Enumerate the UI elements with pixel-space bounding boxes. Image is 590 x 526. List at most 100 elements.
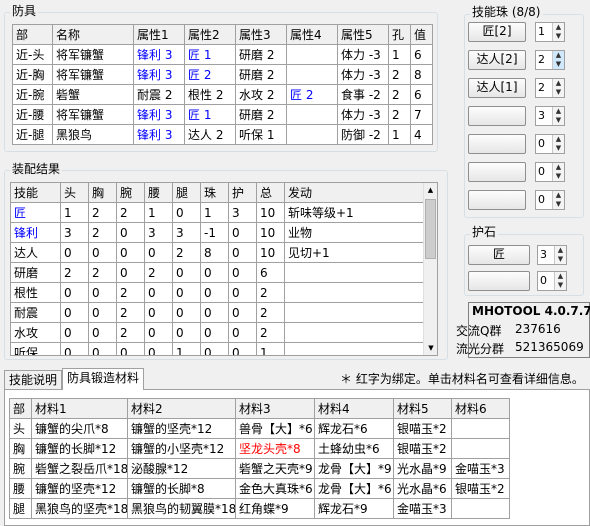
material-cell[interactable]: 银喵玉*2	[451, 478, 510, 499]
jewel-slot-button[interactable]: 达人[1]	[468, 78, 526, 98]
armor-attr[interactable]: 耐震 2	[133, 84, 185, 105]
armor-name[interactable]: 将军镰蟹	[52, 44, 134, 65]
up-arrow-icon[interactable]: ▲	[553, 107, 564, 116]
table-row[interactable]: 根性 0 0 2 0 0 0 0 2	[11, 282, 425, 303]
table-row[interactable]: 达人 0 0 0 0 2 8 0 10 见切+1	[11, 242, 425, 263]
material-cell[interactable]: 金喵玉*3	[393, 498, 452, 519]
jewel-slot-button[interactable]	[468, 106, 526, 126]
result-scrollbar[interactable]: ▲ ▼	[423, 183, 437, 355]
armor-attr[interactable]: 锋利 3	[133, 124, 185, 145]
armor-name[interactable]: 砦蟹	[52, 84, 134, 105]
material-cell[interactable]: 兽骨【大】*6	[235, 418, 315, 439]
skill-name[interactable]: 达人	[11, 242, 61, 263]
jewel-slot-button[interactable]	[468, 190, 526, 210]
charm-count-spinner[interactable]: 0 ▲ ▼	[537, 271, 567, 291]
armor-attr[interactable]: 匠 2	[286, 84, 338, 105]
armor-attr[interactable]: 锋利 3	[133, 104, 185, 125]
table-row[interactable]: 耐震 0 0 2 0 0 0 0 2	[11, 302, 425, 323]
jewel-count-spinner[interactable]: 2 ▲ ▼	[535, 78, 565, 98]
material-cell[interactable]: 辉龙石*6	[314, 418, 394, 439]
armor-attr[interactable]: 根性 2	[184, 84, 236, 105]
up-arrow-icon[interactable]: ▲	[555, 272, 566, 281]
armor-attr[interactable]: 匠 1	[184, 104, 236, 125]
armor-attr[interactable]: 研磨 2	[235, 44, 287, 65]
material-cell[interactable]: 土蜂幼虫*6	[314, 438, 394, 459]
material-cell[interactable]	[451, 418, 510, 439]
armor-attr[interactable]: 体力 -3	[337, 44, 389, 65]
jewel-count-spinner[interactable]: 0 ▲ ▼	[535, 134, 565, 154]
skill-name[interactable]: 听保	[11, 342, 61, 355]
armor-attr[interactable]: 体力 -3	[337, 64, 389, 85]
down-arrow-icon[interactable]: ▼	[553, 32, 564, 41]
armor-attr[interactable]: 防御 -2	[337, 124, 389, 145]
jewel-count-spinner[interactable]: 0 ▲ ▼	[535, 190, 565, 210]
material-cell[interactable]: 金色大真珠*6	[235, 478, 315, 499]
table-row[interactable]: 近-腰 将军镰蟹 锋利 3 匠 1 研磨 2 体力 -3 2 7	[12, 104, 433, 125]
table-row[interactable]: 听保 0 0 0 0 1 0 0 1	[11, 342, 425, 355]
material-cell[interactable]: 龙骨【大】*6	[314, 478, 394, 499]
material-cell[interactable]: 镰蟹的小坚壳*12	[127, 438, 236, 459]
up-arrow-icon[interactable]: ▲	[553, 51, 564, 60]
table-row[interactable]: 近-头 将军镰蟹 锋利 3 匠 1 研磨 2 体力 -3 1 6	[12, 44, 433, 65]
up-arrow-icon[interactable]: ▲	[555, 246, 566, 255]
armor-attr[interactable]: 研磨 2	[235, 104, 287, 125]
down-arrow-icon[interactable]: ▼	[555, 255, 566, 264]
up-arrow-icon[interactable]: ▲	[553, 135, 564, 144]
armor-attr[interactable]: 达人 2	[184, 124, 236, 145]
armor-attr[interactable]	[286, 64, 338, 85]
armor-name[interactable]: 将军镰蟹	[52, 64, 134, 85]
charm-count-spinner[interactable]: 3 ▲ ▼	[537, 245, 567, 265]
table-row[interactable]: 近-腿 黑狼鸟 锋利 3 达人 2 听保 1 防御 -2 1 4	[12, 124, 433, 145]
armor-attr[interactable]	[286, 124, 338, 145]
up-arrow-icon[interactable]: ▲	[553, 191, 564, 200]
armor-name[interactable]: 将军镰蟹	[52, 104, 134, 125]
scroll-thumb[interactable]	[425, 199, 436, 259]
table-row[interactable]: 匠 1 2 2 1 0 1 3 10 斩味等级+1	[11, 202, 425, 223]
jewel-slot-button[interactable]	[468, 162, 526, 182]
armor-attr[interactable]: 锋利 3	[133, 44, 185, 65]
material-cell[interactable]: 银喵玉*2	[393, 418, 452, 439]
jewel-count-spinner[interactable]: 2 ▲ ▼	[535, 50, 565, 70]
armor-attr[interactable]: 研磨 2	[235, 64, 287, 85]
down-arrow-icon[interactable]: ▼	[553, 200, 564, 209]
table-row[interactable]: 近-胸 将军镰蟹 锋利 3 匠 2 研磨 2 体力 -3 2 8	[12, 64, 433, 85]
material-cell[interactable]: 金喵玉*3	[451, 458, 510, 479]
armor-attr[interactable]: 体力 -3	[337, 104, 389, 125]
up-arrow-icon[interactable]: ▲	[553, 79, 564, 88]
material-cell[interactable]: 泌酸腺*12	[127, 458, 236, 479]
material-cell[interactable]: 镰蟹的坚壳*12	[31, 478, 128, 499]
skill-name[interactable]: 研磨	[11, 262, 61, 283]
down-arrow-icon[interactable]: ▼	[553, 172, 564, 181]
armor-attr[interactable]: 匠 2	[184, 64, 236, 85]
table-row[interactable]: 水攻 0 0 2 0 0 0 0 2	[11, 322, 425, 343]
table-row[interactable]: 近-腕 砦蟹 耐震 2 根性 2 水攻 2 匠 2 食事 -2 2 6	[12, 84, 433, 105]
armor-attr[interactable]: 听保 1	[235, 124, 287, 145]
material-cell[interactable]: 黑狼鸟的坚壳*18	[31, 498, 128, 519]
armor-attr[interactable]: 锋利 3	[133, 64, 185, 85]
material-cell[interactable]: 砦蟹之裂岳爪*18	[31, 458, 128, 479]
armor-attr[interactable]: 匠 1	[184, 44, 236, 65]
result-list-viewport[interactable]: 技能 头 胸 腕 腰 腿 珠 护 总 发动 匠 1 2 2 1 0 1 3 10…	[10, 182, 438, 356]
material-cell-bound[interactable]: 坚龙头壳*8	[235, 438, 315, 459]
charm-skill-button[interactable]	[468, 271, 530, 291]
scroll-up-icon[interactable]: ▲	[424, 183, 437, 197]
table-row[interactable]: 研磨 2 2 0 2 0 0 0 6	[11, 262, 425, 283]
skill-name[interactable]: 根性	[11, 282, 61, 303]
skill-name[interactable]: 匠	[11, 202, 61, 223]
jewel-slot-button[interactable]: 匠[2]	[468, 22, 526, 42]
material-cell[interactable]: 镰蟹的坚壳*12	[127, 418, 236, 439]
down-arrow-icon[interactable]: ▼	[553, 116, 564, 125]
jewel-slot-button[interactable]	[468, 134, 526, 154]
material-cell[interactable]	[451, 438, 510, 459]
armor-attr[interactable]: 水攻 2	[235, 84, 287, 105]
jewel-slot-button[interactable]: 达人[2]	[468, 50, 526, 70]
jewel-count-spinner[interactable]: 0 ▲ ▼	[535, 162, 565, 182]
material-cell[interactable]: 镰蟹的尖爪*8	[31, 418, 128, 439]
armor-attr[interactable]	[286, 104, 338, 125]
material-cell[interactable]: 镰蟹的长脚*8	[127, 478, 236, 499]
material-cell[interactable]: 银喵玉*2	[393, 438, 452, 459]
armor-attr[interactable]	[286, 44, 338, 65]
table-row[interactable]: 锋利 3 2 0 3 3 -1 0 10 业物	[11, 222, 425, 243]
armor-name[interactable]: 黑狼鸟	[52, 124, 134, 145]
skill-name[interactable]: 耐震	[11, 302, 61, 323]
